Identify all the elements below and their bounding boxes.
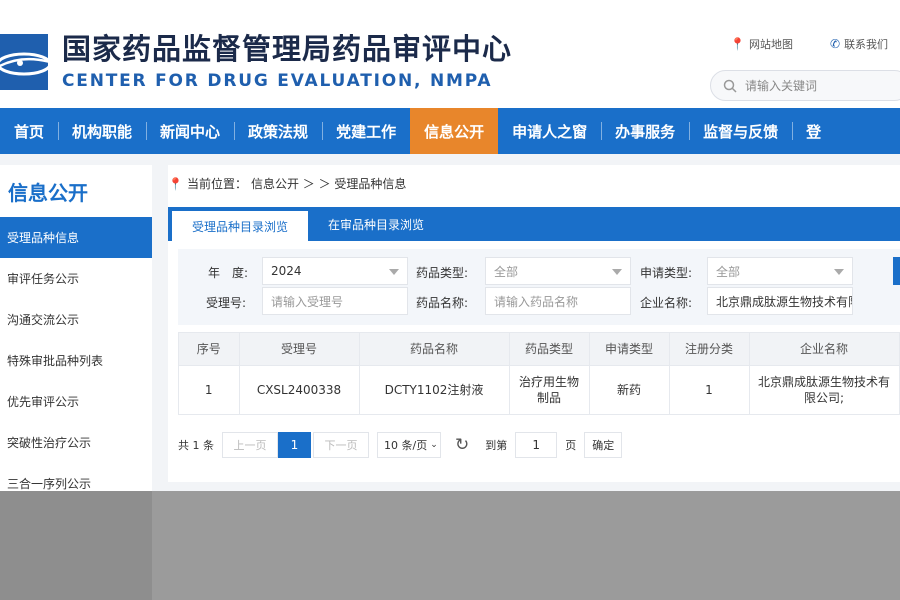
- year-value: 2024: [271, 264, 302, 278]
- site-header: 国家药品监督管理局药品审评中心 CENTER FOR DRUG EVALUATI…: [0, 0, 900, 108]
- cell-drug-name[interactable]: DCTY1102注射液: [359, 364, 510, 414]
- table-row[interactable]: 1 CXSL2400338 DCTY1102注射液 治疗用生物制品 新药 1 北…: [179, 364, 899, 414]
- map-pin-icon: 📍: [730, 37, 745, 51]
- sidebar-item-priority-review[interactable]: 优先审评公示: [0, 381, 152, 422]
- nav-item-applicant-window[interactable]: 申请人之窗: [498, 108, 601, 154]
- chevron-down-icon: [612, 269, 622, 275]
- col-drug-type: 药品类型: [509, 333, 590, 365]
- site-map-link[interactable]: 📍 网站地图: [730, 36, 793, 52]
- refresh-icon[interactable]: ↻: [455, 435, 469, 455]
- total-count: 共 1 条: [178, 439, 214, 452]
- nav-item-party[interactable]: 党建工作: [322, 108, 410, 154]
- table-header-row: 序号 受理号 药品名称 药品类型 申请类型 注册分类 企业名称: [179, 333, 899, 365]
- drug-name-input[interactable]: 请输入药品名称: [485, 287, 631, 315]
- apply-type-value: 全部: [716, 264, 741, 279]
- main-nav: 首页 机构职能 新闻中心 政策法规 党建工作 信息公开 申请人之窗 办事服务 监…: [0, 108, 900, 154]
- tab-bar: 受理品种目录浏览 在审品种目录浏览: [168, 207, 900, 241]
- page-1-button[interactable]: 1: [278, 432, 311, 458]
- sidebar-item-special-approval[interactable]: 特殊审批品种列表: [0, 340, 152, 381]
- nav-item-policy[interactable]: 政策法规: [234, 108, 322, 154]
- goto-label: 到第: [485, 439, 508, 452]
- sidebar-title: 信息公开: [8, 180, 88, 205]
- accept-no-label: 受理号:: [206, 296, 247, 310]
- breadcrumb-path[interactable]: 信息公开 ＞ ＞ 受理品种信息: [251, 175, 406, 192]
- next-page-button[interactable]: 下一页: [313, 432, 369, 458]
- phone-icon: ✆: [830, 37, 841, 51]
- contact-us-label: 联系我们: [844, 38, 889, 51]
- prev-page-button[interactable]: 上一页: [222, 432, 278, 458]
- search-button[interactable]: [893, 257, 900, 285]
- sidebar-item-breakthrough[interactable]: 突破性治疗公示: [0, 422, 152, 463]
- col-accept-no: 受理号: [239, 333, 360, 365]
- company-input[interactable]: 北京鼎成肽源生物技术有限: [707, 287, 853, 315]
- site-map-label: 网站地图: [748, 38, 793, 51]
- accept-no-input[interactable]: 请输入受理号: [262, 287, 408, 315]
- col-index: 序号: [179, 333, 240, 365]
- sidebar: 信息公开 受理品种信息 审评任务公示 沟通交流公示 特殊审批品种列表 优先审评公…: [0, 165, 152, 495]
- tab-accepted-catalog[interactable]: 受理品种目录浏览: [172, 211, 309, 241]
- nav-item-functions[interactable]: 机构职能: [58, 108, 146, 154]
- year-select[interactable]: 2024: [262, 257, 408, 285]
- sidebar-item-accepted-varieties[interactable]: 受理品种信息: [0, 217, 152, 258]
- chevron-down-icon: ⌄: [430, 440, 438, 450]
- drug-type-value: 全部: [494, 264, 519, 279]
- nav-item-info-disclosure[interactable]: 信息公开: [410, 108, 499, 154]
- col-reg-class: 注册分类: [669, 333, 750, 365]
- search-input[interactable]: [745, 78, 895, 93]
- sidebar-item-communication[interactable]: 沟通交流公示: [0, 299, 152, 340]
- main-content: 📍 当前位置： 信息公开 ＞ ＞ 受理品种信息 受理品种目录浏览 在审品种目录浏…: [168, 165, 900, 482]
- page-size-select[interactable]: 10 条/页 ⌄: [377, 432, 441, 458]
- drug-type-select[interactable]: 全部: [485, 257, 631, 285]
- site-logo[interactable]: [0, 34, 48, 90]
- nav-item-login[interactable]: 登: [792, 108, 835, 154]
- year-label: 年 度:: [208, 266, 249, 280]
- drug-type-label: 药品类型:: [416, 266, 469, 280]
- filter-panel: 年 度: 2024 药品类型: 全部 申请类型: 全部 受理号: 请输入受理号 …: [178, 249, 900, 325]
- tab-in-review-catalog[interactable]: 在审品种目录浏览: [308, 207, 444, 241]
- cell-index: 1: [179, 364, 240, 414]
- page-unit-label: 页: [565, 439, 577, 452]
- sidebar-item-review-tasks[interactable]: 审评任务公示: [0, 258, 152, 299]
- location-pin-icon: 📍: [168, 176, 183, 191]
- company-label: 企业名称:: [640, 296, 693, 310]
- results-table: 序号 受理号 药品名称 药品类型 申请类型 注册分类 企业名称 1 CXSL24…: [178, 332, 900, 415]
- pagination: 共 1 条 上一页 1 下一页 10 条/页 ⌄ ↻ 到第 1 页 确定: [178, 432, 623, 458]
- cell-reg-class: 1: [669, 364, 750, 414]
- cell-apply-type: 新药: [589, 364, 670, 414]
- chevron-down-icon: [389, 269, 399, 275]
- col-company: 企业名称: [749, 333, 899, 365]
- nav-item-services[interactable]: 办事服务: [601, 108, 689, 154]
- nav-item-feedback[interactable]: 监督与反馈: [689, 108, 792, 154]
- cell-company: 北京鼎成肽源生物技术有限公司;: [749, 364, 899, 414]
- col-drug-name: 药品名称: [359, 333, 510, 365]
- cell-accept-no[interactable]: CXSL2400338: [239, 364, 360, 414]
- contact-us-link[interactable]: ✆ 联系我们: [830, 36, 888, 52]
- page-size-value: 10 条/页: [384, 439, 428, 452]
- goto-confirm-button[interactable]: 确定: [584, 432, 623, 458]
- chevron-down-icon: [834, 269, 844, 275]
- breadcrumb: 📍 当前位置： 信息公开 ＞ ＞ 受理品种信息: [168, 175, 406, 192]
- dimmed-overlay-left: [0, 491, 152, 600]
- breadcrumb-prefix: 当前位置：: [186, 177, 247, 191]
- apply-type-label: 申请类型:: [640, 266, 693, 280]
- apply-type-select[interactable]: 全部: [707, 257, 853, 285]
- site-search[interactable]: [710, 70, 900, 101]
- col-apply-type: 申请类型: [589, 333, 670, 365]
- search-icon[interactable]: [723, 79, 737, 93]
- nav-item-home[interactable]: 首页: [0, 108, 58, 154]
- cell-drug-type: 治疗用生物制品: [509, 364, 590, 414]
- drug-name-label: 药品名称:: [416, 296, 469, 310]
- site-title-cn: 国家药品监督管理局药品审评中心: [62, 32, 513, 66]
- goto-page-input[interactable]: 1: [515, 432, 558, 458]
- site-title-en: CENTER FOR DRUG EVALUATION, NMPA: [62, 71, 493, 91]
- nav-item-news[interactable]: 新闻中心: [146, 108, 234, 154]
